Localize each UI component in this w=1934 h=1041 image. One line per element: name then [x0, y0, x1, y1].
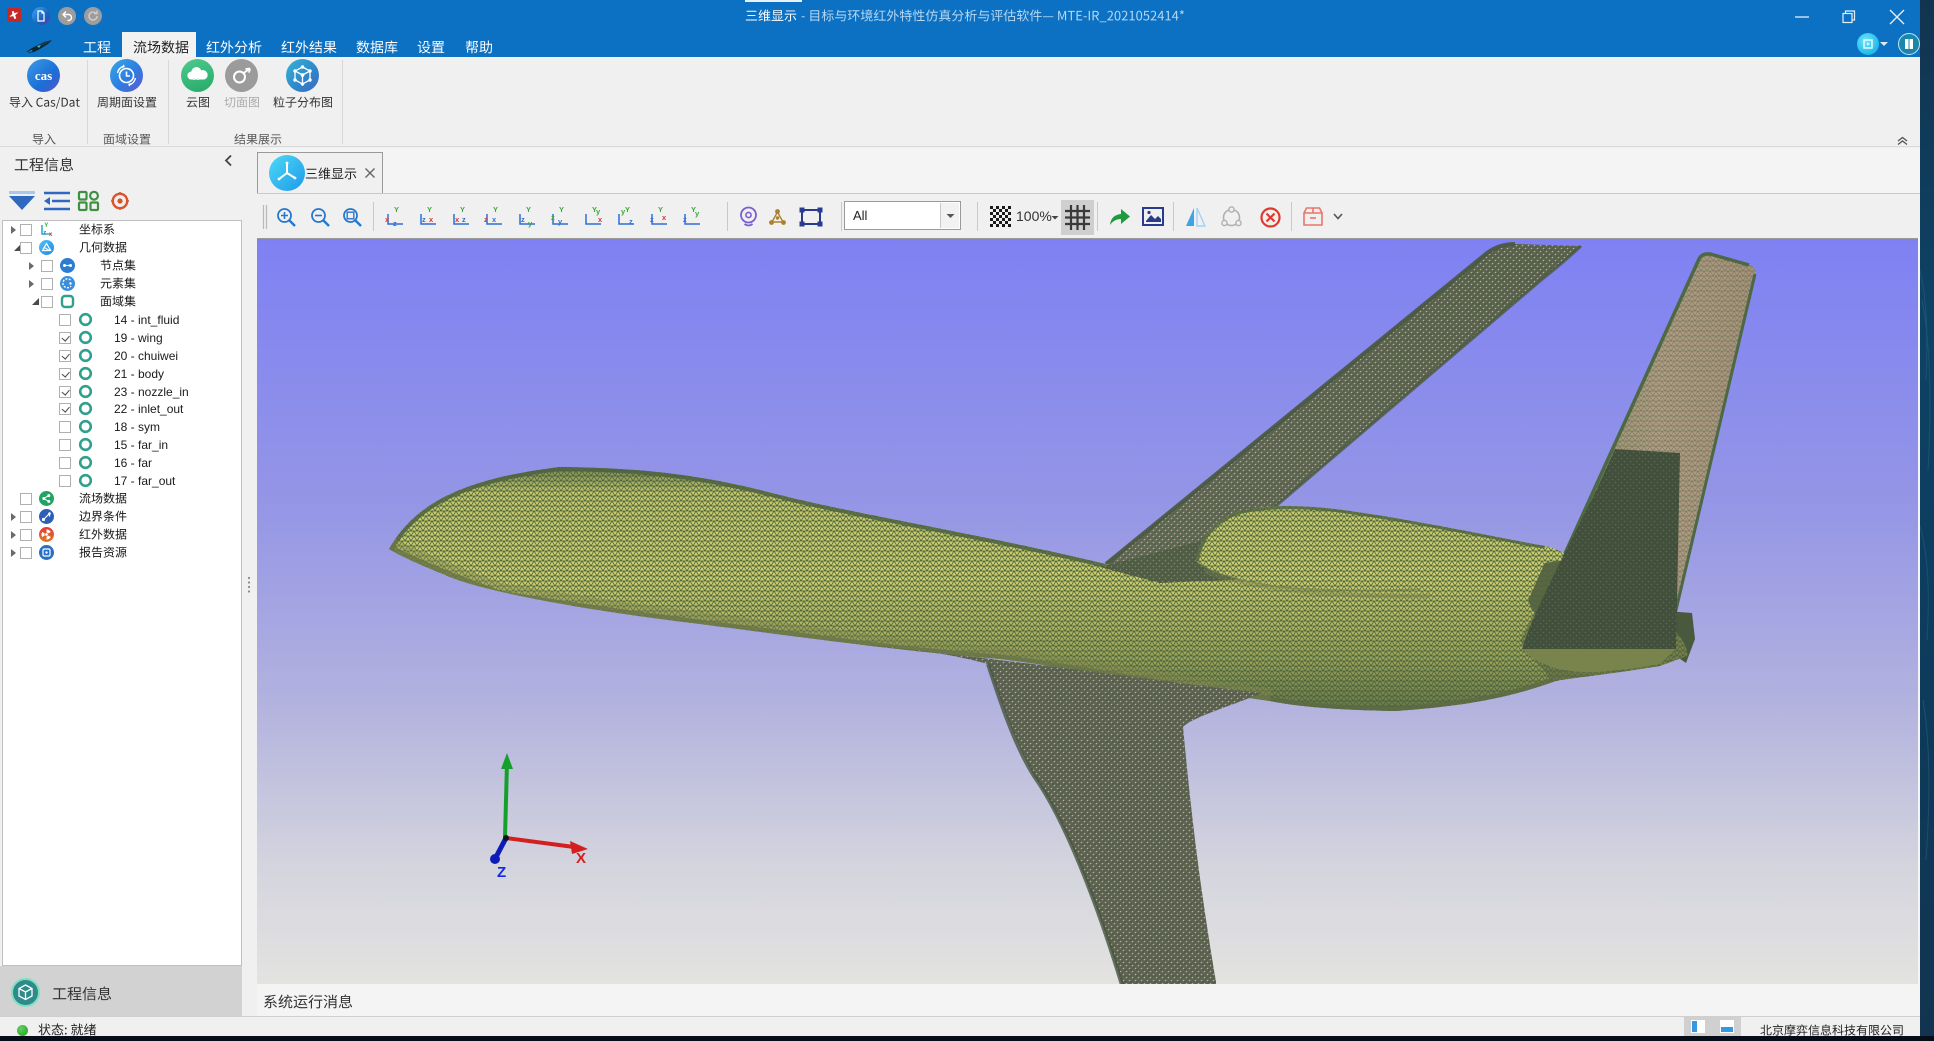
svg-text:Z: Z [497, 864, 506, 881]
svg-text:Y: Y [394, 206, 399, 214]
svg-text:z: z [521, 215, 525, 224]
svg-text:Y: Y [559, 206, 564, 214]
svg-text:Y: Y [493, 206, 498, 214]
svg-text:z: z [650, 215, 654, 224]
svg-text:x: x [455, 215, 460, 224]
svg-text:Y: Y [460, 206, 465, 214]
svg-text:z: z [422, 215, 426, 224]
svg-text:Y: Y [526, 206, 531, 214]
svg-text:cas: cas [35, 68, 52, 83]
svg-text:Y: Y [625, 206, 630, 214]
svg-text:x: x [598, 215, 603, 224]
svg-text:X: X [576, 850, 586, 867]
svg-text:z: z [462, 215, 466, 224]
svg-text:x: x [492, 215, 497, 224]
svg-text:z: z [393, 219, 397, 228]
svg-text:y: y [695, 209, 700, 218]
svg-text:x: x [429, 215, 434, 224]
svg-text:x: x [385, 215, 390, 224]
svg-text:Y: Y [44, 223, 48, 229]
svg-text:z: z [683, 215, 687, 224]
svg-text:x: x [662, 213, 667, 222]
svg-text:Y: Y [427, 206, 432, 214]
svg-text:z: z [629, 217, 633, 226]
svg-text:z: z [551, 213, 555, 222]
svg-text:x: x [49, 232, 53, 237]
svg-text:z: z [43, 230, 46, 236]
svg-text:z: z [484, 215, 488, 224]
